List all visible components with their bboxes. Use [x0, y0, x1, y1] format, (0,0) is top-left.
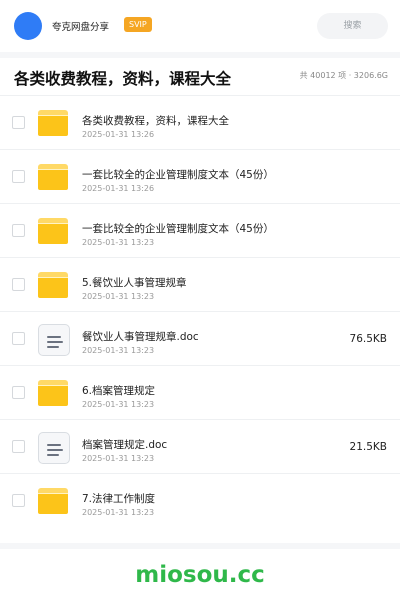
document-icon-shape	[38, 432, 70, 464]
file-name[interactable]: 7.法律工作制度	[82, 491, 155, 506]
file-name[interactable]: 一套比较全的企业管理制度文本（45份）	[82, 167, 274, 182]
file-summary: 共 40012 项 · 3206.6G	[299, 71, 388, 80]
file-name[interactable]: 档案管理规定.doc	[82, 437, 167, 452]
file-date: 2025-01-31 13:23	[82, 508, 155, 517]
folder-icon-shape	[38, 272, 68, 298]
select-checkbox[interactable]	[12, 170, 25, 183]
select-checkbox[interactable]	[12, 224, 25, 237]
file-date: 2025-01-31 13:23	[82, 400, 155, 409]
folder-icon	[38, 486, 70, 518]
file-date: 2025-01-31 13:23	[82, 238, 155, 247]
file-name[interactable]: 餐饮业人事管理规章.doc	[82, 329, 199, 344]
file-date: 2025-01-31 13:23	[82, 454, 155, 463]
folder-icon-shape	[38, 110, 68, 136]
search-input[interactable]: 搜索	[317, 13, 388, 39]
select-checkbox[interactable]	[12, 386, 25, 399]
page-title: 各类收费教程，资料，课程大全	[14, 70, 232, 88]
file-row[interactable]: 6.档案管理规定 2025-01-31 13:23	[0, 366, 400, 420]
folder-icon-shape	[38, 164, 68, 190]
file-date: 2025-01-31 13:23	[82, 292, 155, 301]
folder-icon	[38, 270, 70, 302]
file-size: 21.5KB	[349, 441, 387, 453]
select-checkbox[interactable]	[12, 278, 25, 291]
file-size: 76.5KB	[349, 333, 387, 345]
file-name[interactable]: 6.档案管理规定	[82, 383, 155, 398]
select-checkbox[interactable]	[12, 332, 25, 345]
folder-icon	[38, 162, 70, 194]
folder-icon	[38, 108, 70, 140]
select-checkbox[interactable]	[12, 440, 25, 453]
file-name[interactable]: 5.餐饮业人事管理规章	[82, 275, 187, 290]
folder-icon	[38, 378, 70, 410]
document-icon-shape	[38, 324, 70, 356]
folder-icon-shape	[38, 218, 68, 244]
footer-divider	[0, 543, 400, 549]
folder-icon-shape	[38, 380, 68, 406]
top-bar: 夸克网盘分享 SVIP 搜索	[0, 0, 400, 52]
file-row[interactable]: 一套比较全的企业管理制度文本（45份） 2025-01-31 13:26	[0, 150, 400, 204]
file-name[interactable]: 一套比较全的企业管理制度文本（45份）	[82, 221, 274, 236]
file-date: 2025-01-31 13:26	[82, 184, 155, 193]
folder-icon	[38, 216, 70, 248]
watermark-text: miosou.cc	[135, 562, 265, 588]
svip-badge: SVIP	[124, 17, 152, 32]
file-name[interactable]: 各类收费教程，资料，课程大全	[82, 113, 229, 128]
document-icon	[38, 432, 70, 464]
file-row[interactable]: 7.法律工作制度 2025-01-31 13:23	[0, 474, 400, 528]
file-row[interactable]: 5.餐饮业人事管理规章 2025-01-31 13:23	[0, 258, 400, 312]
file-date: 2025-01-31 13:26	[82, 130, 155, 139]
app-title: 夸克网盘分享	[52, 22, 110, 33]
select-checkbox[interactable]	[12, 116, 25, 129]
document-icon	[38, 324, 70, 356]
select-checkbox[interactable]	[12, 494, 25, 507]
file-date: 2025-01-31 13:23	[82, 346, 155, 355]
file-list: 各类收费教程，资料，课程大全 2025-01-31 13:26 一套比较全的企业管理…	[0, 96, 400, 528]
header-divider	[0, 52, 400, 58]
file-row[interactable]: 各类收费教程，资料，课程大全 2025-01-31 13:26	[0, 96, 400, 150]
file-row[interactable]: 一套比较全的企业管理制度文本（45份） 2025-01-31 13:23	[0, 204, 400, 258]
avatar[interactable]	[14, 12, 42, 40]
folder-icon-shape	[38, 488, 68, 514]
file-row[interactable]: 餐饮业人事管理规章.doc 2025-01-31 13:23 76.5KB	[0, 312, 400, 366]
file-row[interactable]: 档案管理规定.doc 2025-01-31 13:23 21.5KB	[0, 420, 400, 474]
